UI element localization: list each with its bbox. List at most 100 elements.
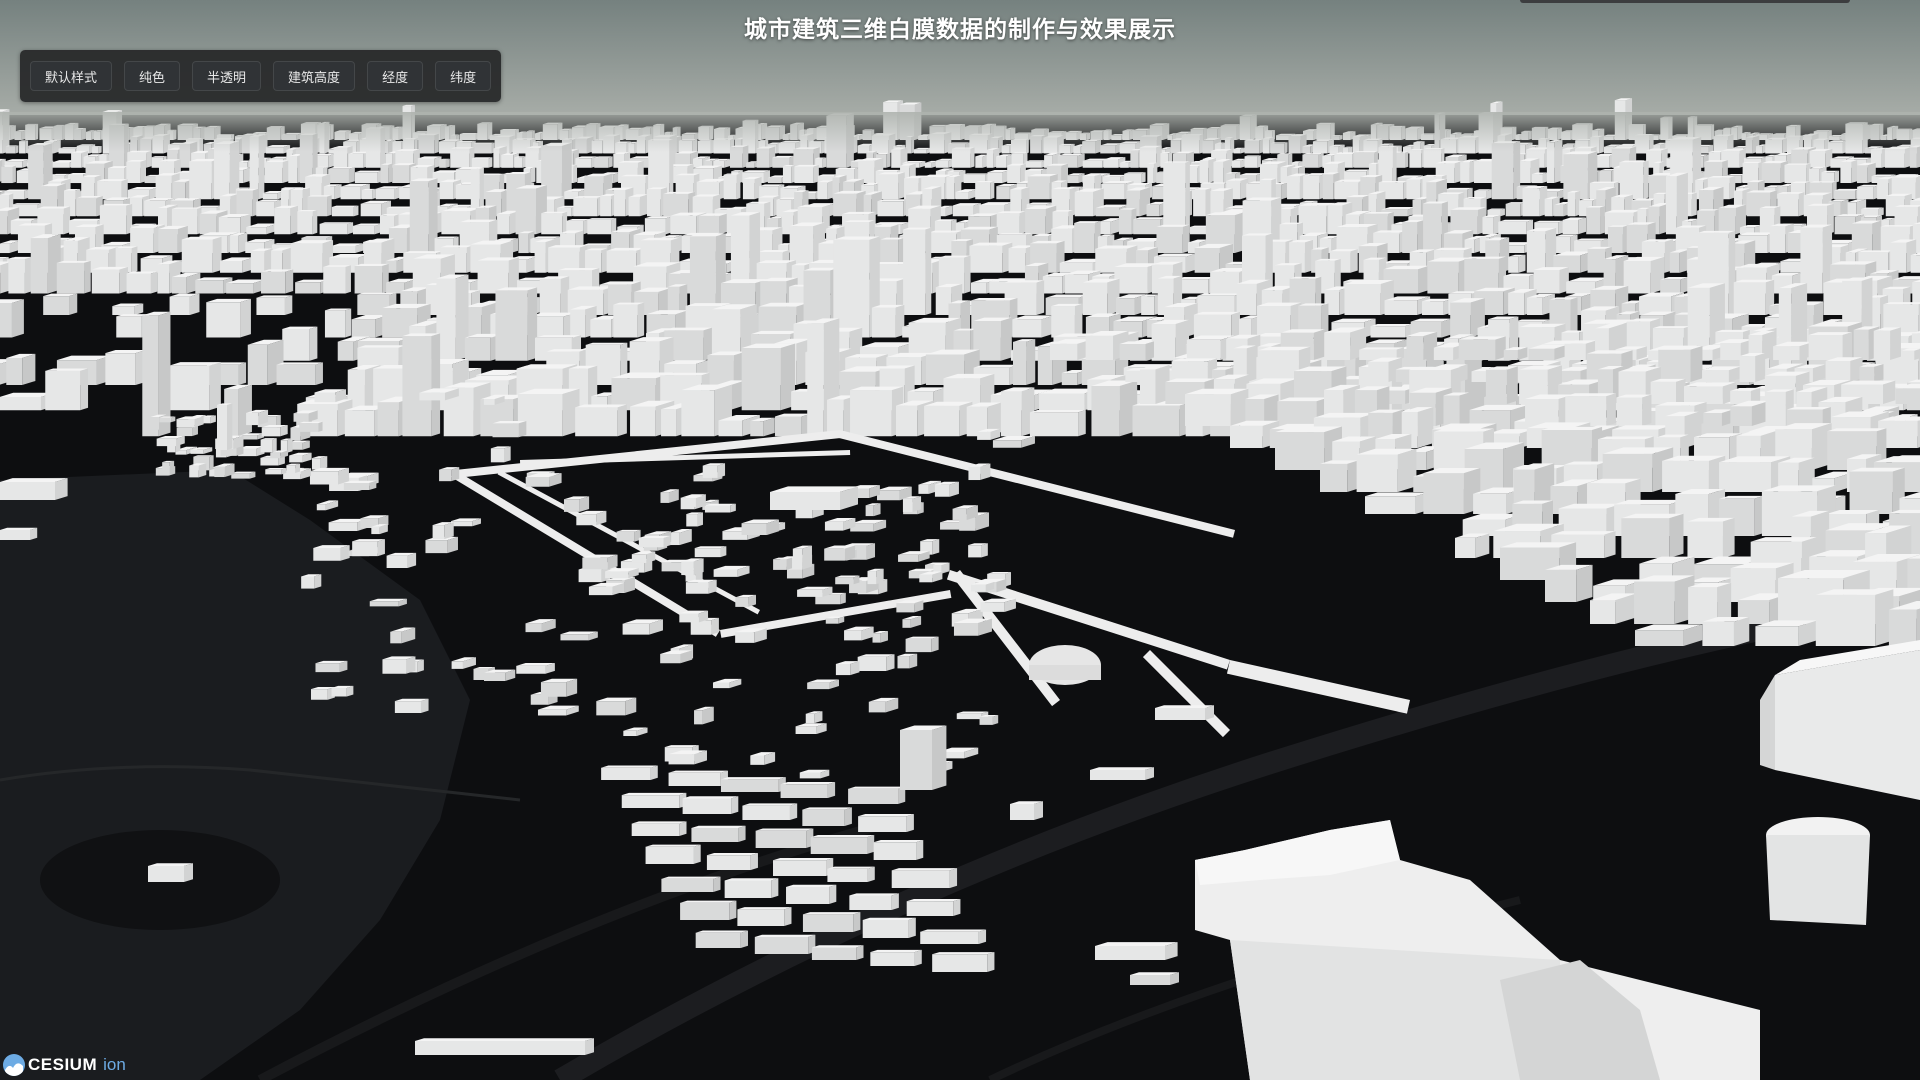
building <box>1359 347 1404 350</box>
building <box>331 687 347 697</box>
building <box>1714 209 1720 235</box>
building <box>902 619 911 628</box>
city-3d-scene[interactable] <box>0 0 1920 1080</box>
building <box>131 246 138 273</box>
building <box>246 227 267 235</box>
cesium-viewer[interactable]: 城市建筑三维白膜数据的制作与效果展示 默认样式 纯色 半透明 建筑高度 经度 纬… <box>0 0 1920 1080</box>
building <box>1849 471 1893 514</box>
building <box>181 239 213 273</box>
building <box>377 402 399 437</box>
building <box>347 222 354 235</box>
building <box>975 156 983 168</box>
building <box>1730 406 1752 426</box>
building <box>1606 393 1616 426</box>
building <box>377 539 385 557</box>
building <box>464 337 491 361</box>
building <box>1851 160 1858 184</box>
building <box>871 307 896 338</box>
building <box>1702 370 1729 382</box>
building <box>1000 317 1012 361</box>
building <box>873 840 924 843</box>
building <box>835 577 854 585</box>
building <box>735 597 749 607</box>
building <box>375 188 395 200</box>
building <box>1402 222 1418 254</box>
building <box>71 152 82 168</box>
building <box>357 345 407 348</box>
building <box>1239 318 1252 338</box>
building <box>799 772 821 779</box>
building <box>1773 346 1800 360</box>
building <box>1441 318 1452 338</box>
round-hall-base <box>1029 665 1101 680</box>
building <box>980 602 1005 612</box>
building <box>352 225 375 235</box>
building <box>1082 282 1108 315</box>
building <box>1230 425 1263 448</box>
building <box>1115 298 1135 315</box>
building <box>1147 163 1154 184</box>
building <box>209 362 221 411</box>
building <box>645 844 701 847</box>
building <box>750 421 764 437</box>
building <box>934 484 950 497</box>
building <box>682 798 732 814</box>
building <box>439 182 454 200</box>
building <box>199 213 217 235</box>
building <box>315 663 340 673</box>
building <box>311 458 321 470</box>
building <box>380 164 389 184</box>
building <box>431 333 441 437</box>
building <box>850 390 892 437</box>
building <box>319 223 348 235</box>
building <box>1872 220 1882 254</box>
building <box>924 162 932 168</box>
building <box>261 271 286 294</box>
building <box>1280 167 1288 184</box>
building <box>1554 204 1564 217</box>
building <box>1525 399 1559 426</box>
building <box>1652 326 1691 329</box>
building <box>986 150 994 168</box>
building <box>631 823 680 836</box>
building <box>541 213 563 235</box>
building <box>16 170 29 184</box>
building <box>681 561 694 576</box>
building <box>694 710 703 725</box>
building <box>1780 261 1802 273</box>
building <box>1412 199 1422 217</box>
building <box>1036 280 1045 315</box>
building <box>1755 353 1766 382</box>
building <box>584 176 604 200</box>
building <box>1130 150 1139 168</box>
building <box>996 186 1010 200</box>
building <box>1460 162 1470 184</box>
building <box>1085 335 1114 360</box>
building <box>1074 191 1094 217</box>
building <box>704 505 731 513</box>
building <box>309 471 339 485</box>
building <box>1551 531 1616 535</box>
building <box>1067 175 1079 184</box>
building <box>425 540 448 554</box>
building <box>262 193 278 200</box>
building <box>1562 219 1579 235</box>
building <box>746 162 755 168</box>
building <box>613 304 638 338</box>
building <box>1643 160 1649 200</box>
building <box>807 323 824 437</box>
building <box>1586 207 1601 235</box>
building <box>320 456 328 470</box>
building <box>1258 350 1299 382</box>
building <box>896 405 918 437</box>
building <box>1199 160 1209 184</box>
building <box>240 298 251 338</box>
building <box>742 803 798 806</box>
building <box>1777 193 1799 217</box>
building <box>230 235 239 254</box>
building <box>1365 496 1416 514</box>
building <box>1669 252 1680 273</box>
building <box>827 866 875 869</box>
building <box>297 211 313 235</box>
building <box>694 548 721 558</box>
